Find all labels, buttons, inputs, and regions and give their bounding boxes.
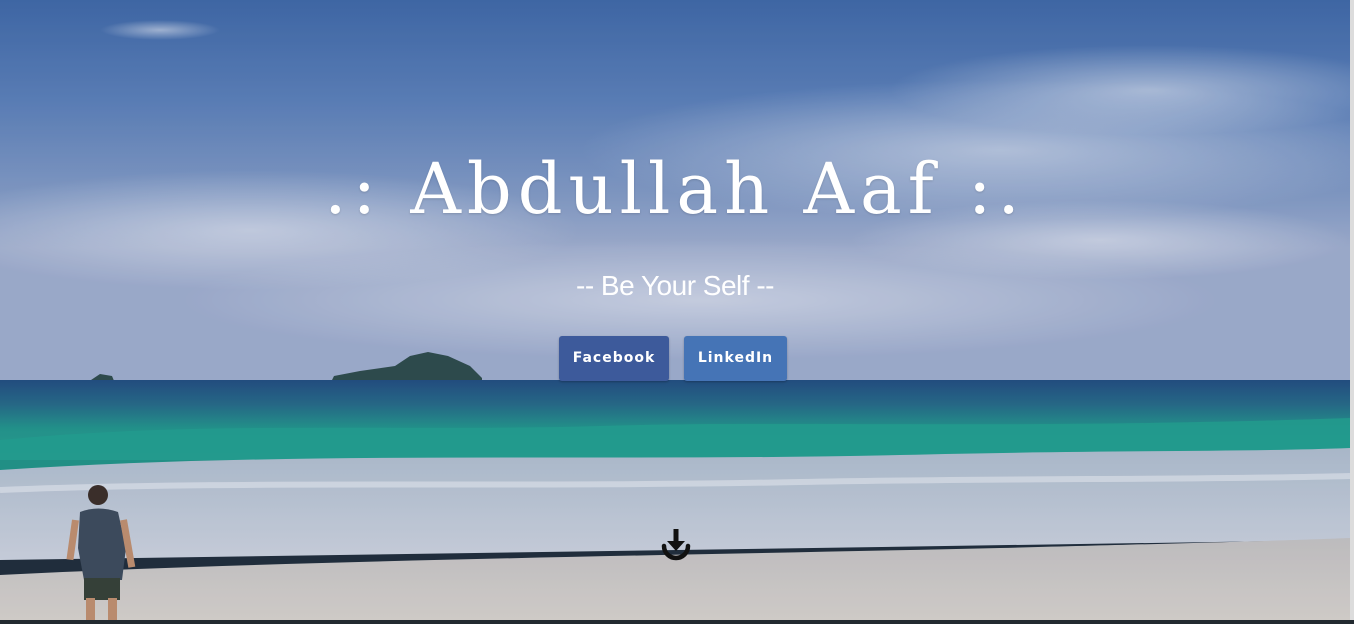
scrollbar[interactable] [1350,0,1354,624]
page-title: .: Abdullah Aaf :. [324,148,1026,230]
facebook-button[interactable]: Facebook [559,336,669,381]
next-section-edge [0,620,1354,624]
beach-background-image [0,0,1350,620]
linkedin-button[interactable]: LinkedIn [684,336,787,381]
hero-section: .: Abdullah Aaf :. -- Be Your Self -- Fa… [0,0,1350,620]
download-arrow-icon[interactable] [661,529,691,563]
page-subtitle: -- Be Your Self -- [576,270,774,301]
